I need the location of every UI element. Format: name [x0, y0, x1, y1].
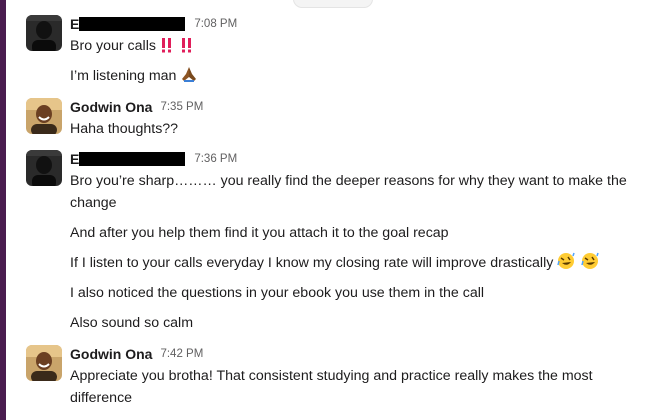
rolling-on-floor-laughing-icon [581, 252, 600, 277]
sender-name[interactable]: Godwin Ona [70, 99, 152, 115]
folded-hands-icon [180, 65, 198, 90]
message-text: Bro your calls [70, 35, 645, 60]
avatar[interactable] [26, 150, 62, 186]
message-header: E 7:36 PM [70, 150, 237, 168]
rolling-on-floor-laughing-icon [557, 252, 576, 277]
message-text: Also sound so calm [70, 312, 645, 334]
message-line: Also sound so calm [70, 315, 194, 331]
sender-name[interactable]: Godwin Ona [70, 346, 152, 362]
avatar-image [26, 98, 62, 134]
message-header: Godwin Ona 7:42 PM [70, 345, 203, 363]
sender-name[interactable]: E [70, 16, 79, 32]
message-text: And after you help them find it you atta… [70, 222, 645, 244]
redaction-bar [79, 17, 186, 31]
message-line: If I listen to your calls everyday I kno… [70, 255, 554, 271]
avatar[interactable] [26, 15, 62, 51]
avatar-image [26, 150, 62, 186]
message-text: If I listen to your calls everyday I kno… [70, 252, 645, 277]
message-line: I also noticed the questions in your ebo… [70, 285, 485, 301]
redaction-bar [79, 152, 186, 166]
avatar[interactable] [26, 345, 62, 381]
timestamp[interactable]: 7:08 PM [194, 18, 237, 30]
double-exclamation-icon [160, 37, 174, 60]
message-line: Haha thoughts?? [70, 121, 179, 137]
message-text: Haha thoughts?? [70, 118, 645, 140]
message-line: I’m listening man [70, 68, 177, 84]
avatar[interactable] [26, 98, 62, 134]
timestamp[interactable]: 7:36 PM [194, 153, 237, 165]
message-text: Bro you’re sharp……… you really find the … [70, 170, 645, 214]
message-text: Appreciate you brotha! That consistent s… [70, 365, 645, 409]
message-header: E 7:08 PM [70, 15, 237, 33]
sidebar-edge [0, 0, 6, 420]
message-text: I also noticed the questions in your ebo… [70, 282, 645, 304]
timestamp[interactable]: 7:35 PM [160, 101, 203, 113]
date-divider-pill[interactable] [293, 0, 373, 8]
message-line: Bro your calls [70, 38, 156, 54]
sender-name[interactable]: E [70, 151, 79, 167]
avatar-image [26, 15, 62, 51]
timestamp[interactable]: 7:42 PM [160, 348, 203, 360]
message-text: I’m listening man [70, 65, 645, 90]
message-line: Bro you’re sharp……… you really find the … [70, 173, 627, 211]
message-line: And after you help them find it you atta… [70, 225, 449, 241]
message-header: Godwin Ona 7:35 PM [70, 98, 203, 116]
avatar-image [26, 345, 62, 381]
double-exclamation-icon [180, 37, 194, 60]
message-line: Appreciate you brotha! That consistent s… [70, 368, 593, 406]
